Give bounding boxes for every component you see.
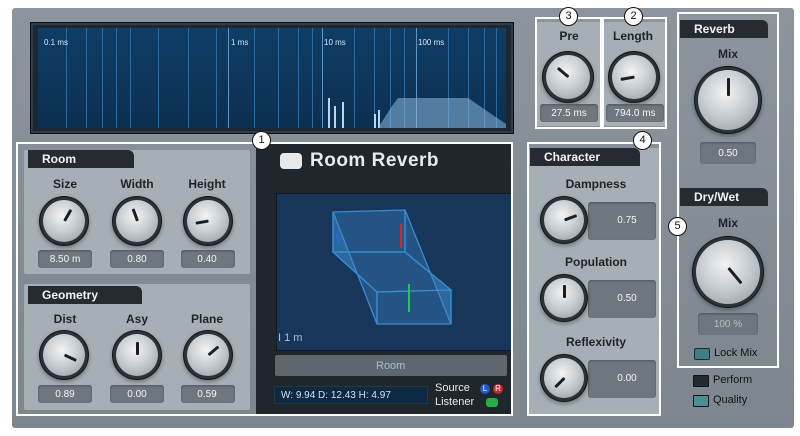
time-label-1: 1 ms [231,38,249,47]
quality-label: Quality [713,394,748,406]
perform-label: Perform [713,374,753,386]
grid-line [86,28,87,128]
reflection-pulse [342,102,344,128]
grid-line [254,28,255,128]
grid-line [158,28,159,128]
time-label-0: 0.1 ms [44,38,69,47]
grid-line [116,28,117,128]
grid-line [130,28,131,128]
grid-line [322,28,323,128]
time-label-3: 100 ms [418,38,445,47]
highlight-box-3 [535,17,602,129]
highlight-box-2 [602,17,667,129]
time-label-2: 10 ms [324,38,346,47]
reflection-pulse [374,114,376,128]
grid-line [312,28,313,128]
highlight-box-5 [677,12,779,368]
room-reverb-plugin: 0.1 ms 1 ms 10 ms 100 ms Pre 27.5 ms Len… [0,0,800,436]
grid-line [354,28,355,128]
perform-checkbox[interactable] [693,375,709,387]
quality-checkbox[interactable] [693,395,709,407]
grid-line [228,28,229,128]
highlight-box-1 [16,142,513,416]
reflection-pulse [334,106,336,128]
callout-3: 3 [559,7,578,26]
callout-5: 5 [668,217,687,236]
highlight-box-4 [527,142,661,416]
grid-line [188,28,189,128]
reflection-pulse [328,98,330,128]
reverb-tail [378,98,506,128]
grid-line [298,28,299,128]
grid-line [374,28,375,128]
grid-line [278,28,279,128]
grid-line [216,28,217,128]
callout-4: 4 [633,131,652,150]
callout-2: 2 [624,7,643,26]
grid-line [102,28,103,128]
reflection-timeline: 0.1 ms 1 ms 10 ms 100 ms [38,28,506,128]
callout-1: 1 [252,131,271,150]
